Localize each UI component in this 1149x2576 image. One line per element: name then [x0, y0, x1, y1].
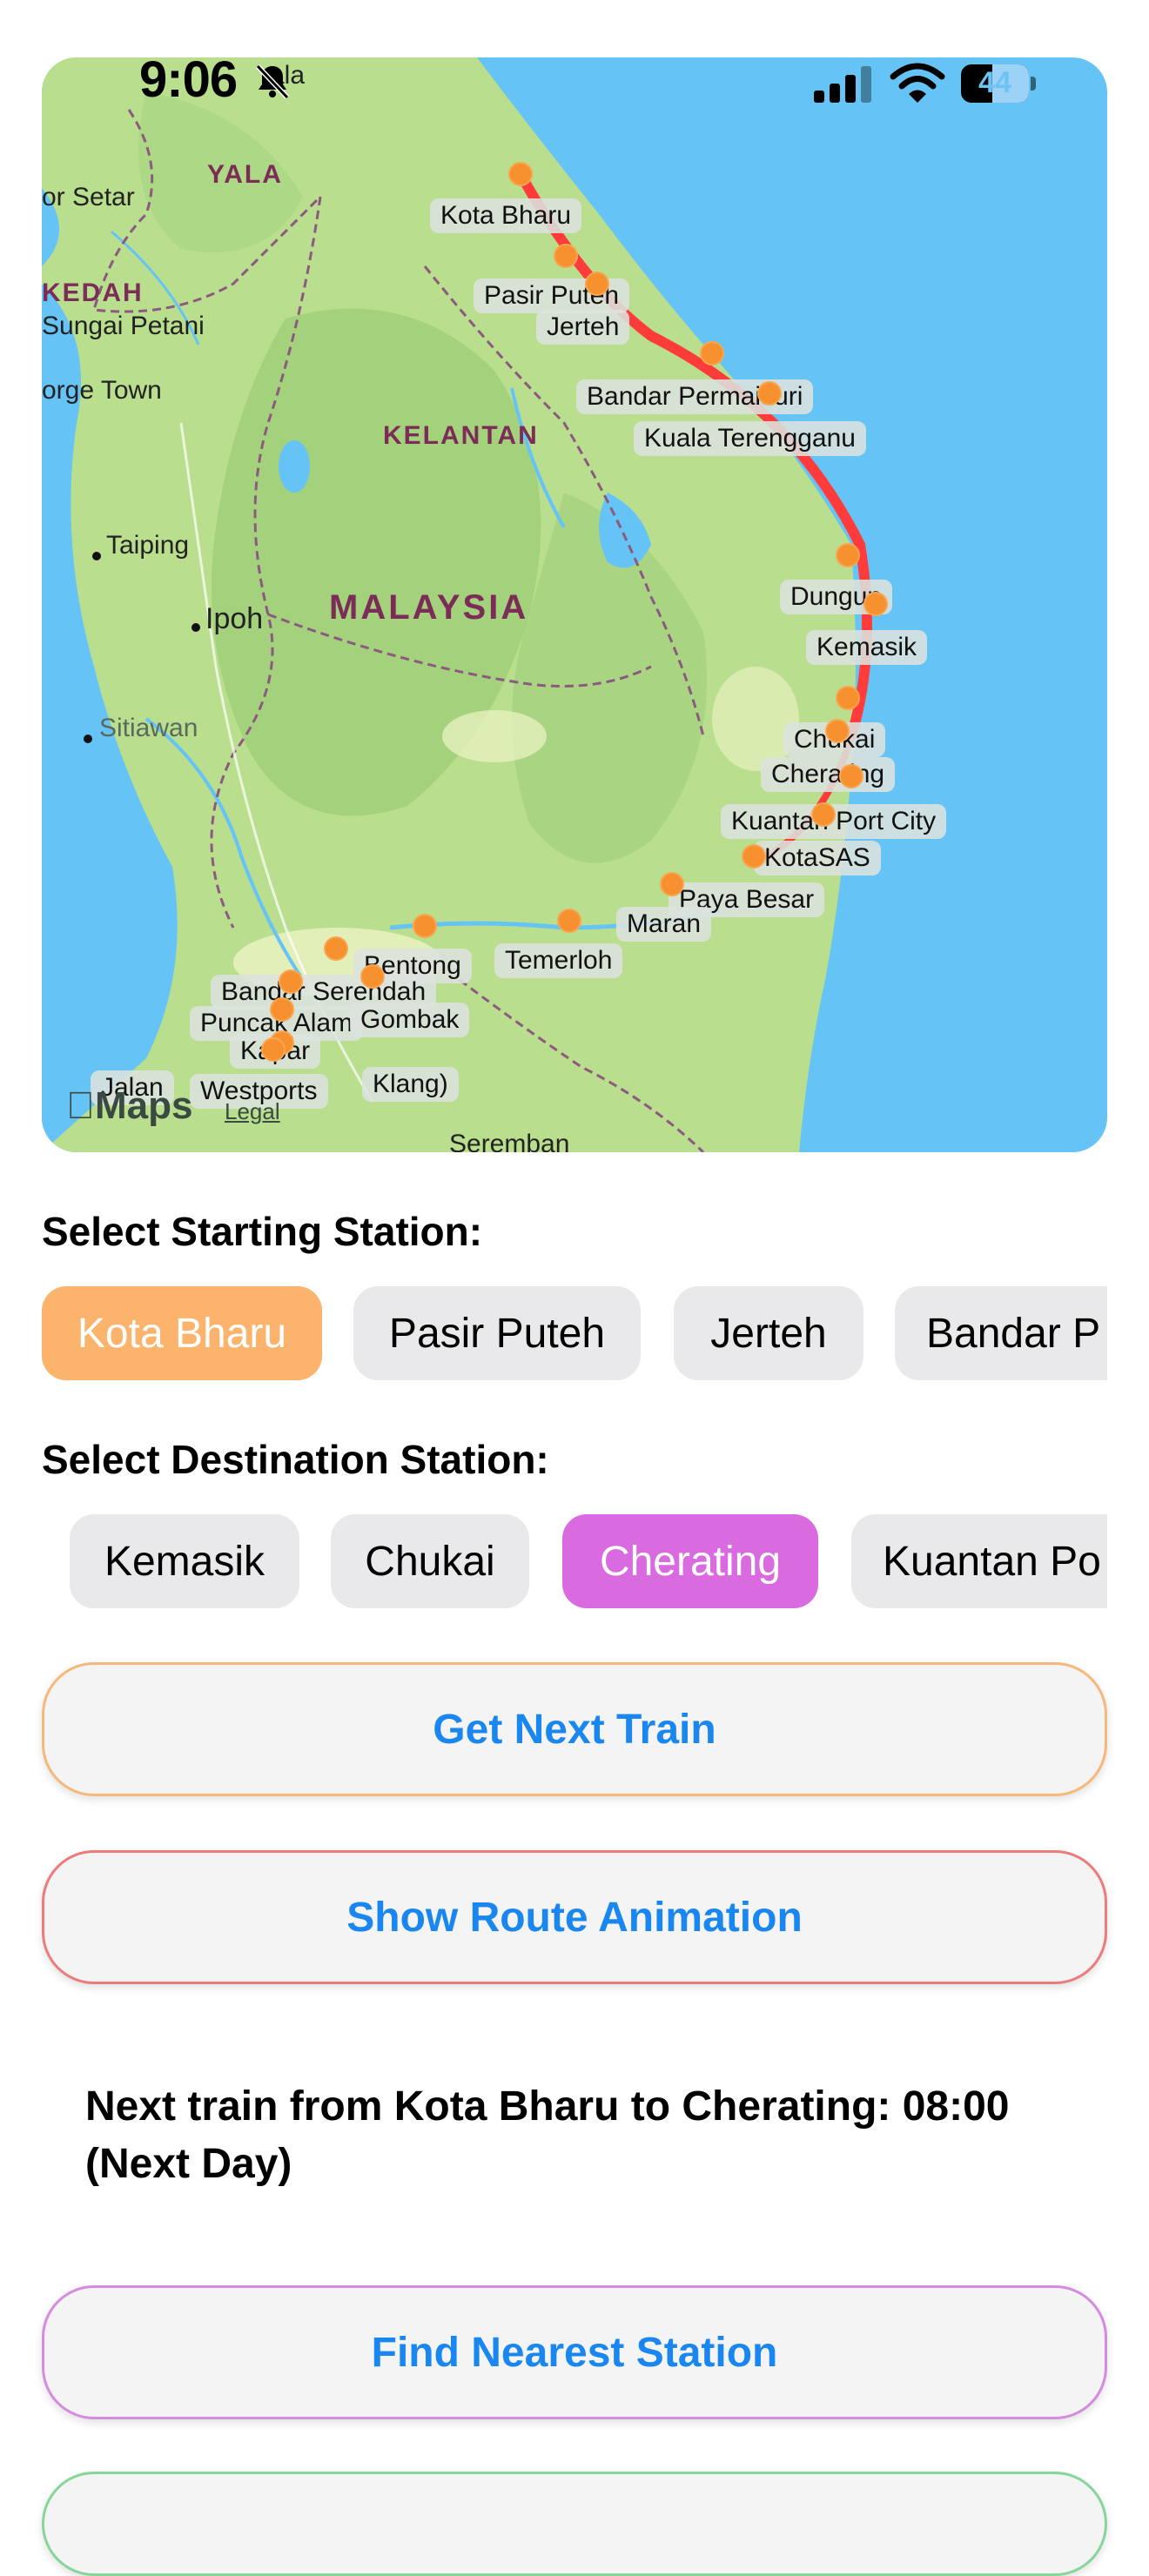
route-map[interactable]: ala YALA or Setar KEDAH Sungai Petani or… [42, 57, 1107, 1152]
apple-logo-icon:  [66, 1084, 95, 1127]
station-marker[interactable] [413, 914, 437, 938]
station-marker[interactable] [742, 844, 766, 869]
station-label-kemasik: Kemasik [806, 630, 928, 665]
station-marker[interactable] [557, 909, 581, 933]
map-place-label: orge Town [42, 376, 162, 405]
station-marker[interactable] [825, 719, 850, 743]
city-dot [192, 623, 200, 632]
find-nearest-station-button[interactable]: Find Nearest Station [42, 2285, 1107, 2419]
map-country-label: MALAYSIA [329, 588, 529, 627]
maps-attribution: Maps [66, 1084, 192, 1127]
station-marker[interactable] [811, 802, 836, 827]
station-marker[interactable] [261, 1037, 286, 1062]
start-station-heading: Select Starting Station: [42, 1209, 483, 1254]
get-next-train-button[interactable]: Get Next Train [42, 1662, 1107, 1796]
partially-visible-button[interactable] [42, 2472, 1107, 2576]
map-place-label: Klang) [362, 1067, 459, 1102]
start-station-picker[interactable]: Kota Bharu Pasir Puteh Jerteh Bandar P [42, 1286, 1107, 1382]
station-marker[interactable] [585, 272, 609, 296]
show-route-animation-button[interactable]: Show Route Animation [42, 1850, 1107, 1984]
apple-maps-logo: Maps [66, 1084, 192, 1128]
map-place-label: Taiping [106, 531, 190, 560]
station-label-jerteh: Jerteh [536, 310, 630, 345]
station-marker[interactable] [554, 244, 578, 268]
station-marker[interactable] [508, 162, 533, 186]
legal-link[interactable]: Legal [225, 1098, 280, 1125]
start-chip-bandar-permaisuri[interactable]: Bandar P [895, 1286, 1107, 1380]
start-chip-pasir-puteh[interactable]: Pasir Puteh [353, 1286, 641, 1380]
station-marker[interactable] [270, 997, 294, 1022]
destination-station-picker[interactable]: Kemasik Chukai Cherating Kuantan Po [42, 1514, 1107, 1610]
city-dot [92, 552, 101, 560]
station-label-kuala-terengganu: Kuala Terengganu [634, 421, 866, 456]
map-place-label: Sitiawan [99, 714, 198, 742]
station-label-maran: Maran [616, 907, 712, 942]
next-train-result: Next train from Kota Bharu to Cherating:… [85, 2083, 1010, 2187]
station-marker[interactable] [836, 543, 860, 567]
station-marker[interactable] [757, 381, 782, 406]
map-state-label: KEDAH [42, 278, 144, 307]
destination-chip-kemasik[interactable]: Kemasik [70, 1514, 299, 1608]
station-marker[interactable] [700, 341, 724, 366]
destination-chip-cherating[interactable]: Cherating [562, 1514, 818, 1608]
station-marker[interactable] [836, 686, 860, 710]
station-label-cherating: Cherating [761, 757, 896, 792]
station-marker[interactable] [863, 592, 888, 616]
start-chip-jerteh[interactable]: Jerteh [674, 1286, 863, 1380]
map-place-label: ala [270, 61, 306, 90]
destination-chip-chukai[interactable]: Chukai [331, 1514, 529, 1608]
station-marker[interactable] [279, 969, 303, 994]
station-marker[interactable] [839, 764, 863, 788]
map-state-label: KELANTAN [383, 421, 539, 450]
map-state-label: YALA [207, 160, 283, 189]
destination-chip-kuantan-port-city[interactable]: Kuantan Po [851, 1514, 1107, 1608]
map-place-label: Ipoh [205, 602, 264, 635]
station-label-kotasas: KotaSAS [754, 841, 881, 875]
map-place-label: Seremban [449, 1130, 570, 1152]
station-label-kota-bharu: Kota Bharu [430, 198, 582, 233]
map-place-label: or Setar [42, 183, 135, 211]
start-chip-kota-bharu[interactable]: Kota Bharu [42, 1286, 322, 1380]
city-dot [84, 735, 92, 743]
station-marker[interactable] [360, 964, 385, 989]
destination-station-heading: Select Destination Station: [42, 1437, 549, 1482]
station-marker[interactable] [660, 872, 684, 896]
station-label-temerloh: Temerloh [494, 943, 623, 978]
station-marker[interactable] [324, 936, 348, 961]
map-place-label: Sungai Petani [42, 312, 205, 340]
station-label-gombak: Gombak [350, 1003, 470, 1037]
